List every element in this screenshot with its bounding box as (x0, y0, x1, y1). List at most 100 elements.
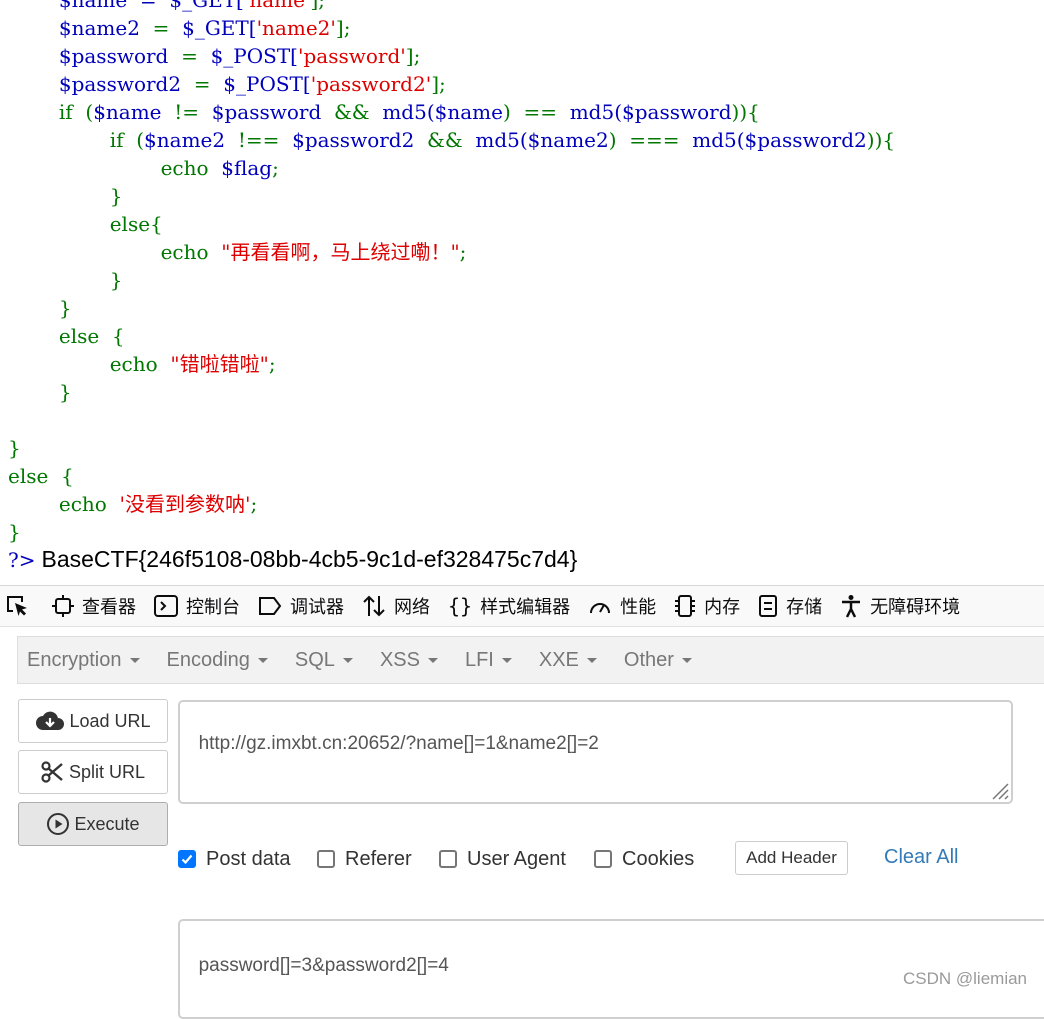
code-token: "错啦错啦" (170, 352, 269, 376)
code-token: != (161, 100, 212, 124)
resize-grip-icon[interactable] (987, 778, 1009, 800)
menu-sql[interactable]: SQL (295, 649, 353, 672)
menu-xxe[interactable]: XXE (539, 649, 597, 672)
code-line: $password = $_POST['password']; (8, 42, 420, 70)
code-token: } (8, 380, 72, 404)
tab-inspector[interactable]: 查看器 (44, 586, 146, 626)
menu-label: SQL (294, 648, 335, 671)
user-agent-checkbox[interactable]: User Agent (439, 846, 566, 872)
load-url-label: Load URL (69, 710, 151, 731)
tab-label: 存储 (786, 597, 823, 617)
cloud-download-icon (36, 711, 65, 730)
split-url-label: Split URL (68, 761, 146, 782)
code-token: else { (8, 464, 74, 488)
load-url-button[interactable]: Load URL (18, 699, 168, 743)
code-token: = (181, 72, 224, 96)
code-token: ; (268, 352, 276, 376)
clear-all-link[interactable]: Clear All (884, 846, 958, 869)
execute-button[interactable]: Execute (18, 802, 168, 846)
tab-label: 性能 (620, 597, 657, 617)
code-token: $name2 (527, 128, 609, 152)
tab-style-editor[interactable]: {} 样式编辑器 (440, 586, 580, 626)
tab-console[interactable]: 控制台 (146, 586, 250, 626)
code-token: ; (272, 156, 279, 180)
caret-down-icon (129, 657, 140, 663)
referer-label: Referer (345, 847, 412, 870)
post-data-checkbox[interactable]: Post data (178, 846, 291, 872)
code-token: ]; (310, 0, 325, 12)
tab-accessibility[interactable]: 无障碍环境 (832, 586, 970, 626)
checkbox-checked-icon (178, 850, 196, 868)
menu-label: XXE (538, 648, 579, 671)
menu-other[interactable]: Other (624, 649, 692, 672)
php-source-view: $name = $_GET['name']; $name2 = $_GET['n… (0, 0, 1044, 585)
code-token: } (8, 184, 123, 208)
code-line: } (8, 434, 21, 462)
code-line: if ($name != $password && md5($name) == … (8, 98, 760, 126)
menu-xss[interactable]: XSS (380, 649, 438, 672)
code-token: echo (8, 492, 120, 516)
code-token: else { (8, 324, 125, 348)
post-data-label: Post data (206, 847, 291, 870)
code-token: $_GET[ (169, 0, 244, 12)
code-token: $flag (221, 156, 273, 180)
code-line: } (8, 378, 72, 406)
code-line: else { (8, 462, 74, 490)
code-token: = (139, 16, 183, 40)
code-token: = (168, 44, 211, 68)
code-token: $_POST[ (223, 72, 311, 96)
referer-checkbox[interactable]: Referer (317, 846, 412, 872)
menu-encoding[interactable]: Encoding (167, 649, 268, 672)
flag-text: BaseCTF{246f5108-08bb-4cb5-9c1d-ef328475… (41, 546, 578, 572)
code-token: ; (459, 240, 467, 264)
tab-label: 查看器 (82, 597, 136, 617)
url-value: http://gz.imxbt.cn:20652/?name[]=1&name2… (198, 733, 599, 754)
tab-storage[interactable]: 存储 (750, 586, 832, 626)
code-token: $password2 (292, 128, 415, 152)
code-token: md5( (569, 100, 623, 124)
tab-network[interactable]: 网络 (354, 586, 440, 626)
code-token: $name (434, 100, 503, 124)
code-token: if ( (8, 100, 94, 124)
code-token: )){ (866, 128, 896, 152)
code-token: $name2 (144, 128, 226, 152)
code-token: $name2 (58, 16, 140, 40)
url-input[interactable]: http://gz.imxbt.cn:20652/?name[]=1&name2… (178, 700, 1013, 804)
code-line: } (8, 182, 123, 210)
hackbar-menu: Encryption Encoding SQL XSS LFI XXE Othe… (17, 636, 1044, 684)
tab-label: 内存 (704, 597, 741, 617)
tab-label: 网络 (394, 597, 430, 617)
tab-label: 无障碍环境 (870, 597, 961, 617)
tab-performance[interactable]: 性能 (580, 586, 666, 626)
code-token: md5( (692, 128, 745, 152)
menu-label: XSS (379, 648, 420, 671)
console-icon (154, 595, 178, 617)
code-token: } (8, 520, 21, 544)
element-picker-button[interactable] (0, 586, 44, 626)
tab-memory[interactable]: 内存 (666, 586, 750, 626)
user-agent-label: User Agent (467, 847, 566, 870)
devtools-toolbar: 查看器 控制台 调试器 网络 {} 样式编辑器 性能 内存 存储 无障碍环境 (0, 585, 1044, 627)
menu-encryption[interactable]: Encryption (27, 649, 140, 672)
menu-label: Encryption (27, 648, 122, 671)
debugger-icon (259, 597, 282, 615)
code-token: md5( (475, 128, 528, 152)
cookies-checkbox[interactable]: Cookies (594, 846, 694, 872)
code-token: } (8, 268, 123, 292)
menu-lfi[interactable]: LFI (465, 649, 512, 672)
split-url-button[interactable]: Split URL (18, 750, 168, 794)
code-token: 'name2' (256, 16, 336, 40)
style-editor-icon: {} (448, 594, 473, 618)
play-circle-icon (47, 813, 70, 835)
code-line: echo "再看看啊，马上绕过嘞！"; (8, 238, 467, 266)
menu-label: Encoding (166, 648, 250, 671)
accessibility-icon (842, 595, 861, 618)
element-picker-icon (7, 596, 27, 616)
tab-debugger[interactable]: 调试器 (250, 586, 354, 626)
code-token: $password2 (744, 128, 867, 152)
code-line: $password2 = $_POST['password2']; (8, 70, 446, 98)
code-token: } (8, 296, 72, 320)
code-token: $password (211, 100, 322, 124)
add-header-button[interactable]: Add Header (735, 841, 848, 875)
